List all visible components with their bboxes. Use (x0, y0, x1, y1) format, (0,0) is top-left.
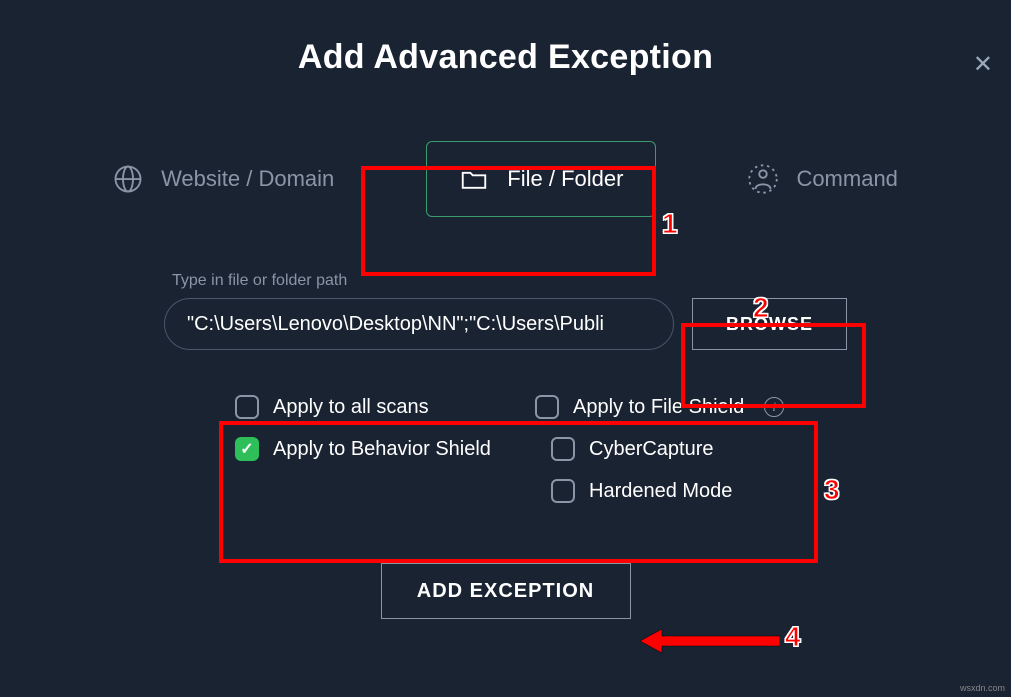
tab-command[interactable]: Command (716, 142, 929, 216)
globe-icon (113, 164, 143, 194)
checkbox-hardened-mode[interactable] (551, 479, 575, 503)
exception-type-tabs: Website / Domain File / Folder Command (0, 141, 1011, 217)
option-behavior-shield[interactable]: Apply to Behavior Shield (235, 437, 505, 461)
option-label: Apply to Behavior Shield (273, 438, 491, 461)
checkbox-cybercapture[interactable] (551, 437, 575, 461)
annotation-number-1: 1 (662, 208, 678, 240)
path-input-label: Type in file or folder path (164, 272, 674, 290)
info-icon[interactable]: i (764, 397, 784, 417)
option-label: Apply to File Shield (573, 396, 744, 419)
option-label: Hardened Mode (589, 480, 732, 503)
watermark-text: wsxdn.com (960, 683, 1005, 693)
tab-label: Command (796, 166, 897, 192)
browse-button[interactable]: BROWSE (692, 298, 847, 350)
path-input[interactable] (164, 298, 674, 350)
option-cybercapture[interactable]: CyberCapture (535, 437, 805, 461)
add-exception-button[interactable]: ADD EXCEPTION (381, 563, 631, 619)
annotation-arrow-icon (640, 626, 780, 656)
apply-options: Apply to all scans Apply to File Shield … (235, 395, 1011, 503)
annotation-number-3: 3 (824, 474, 840, 506)
option-label: CyberCapture (589, 438, 714, 461)
option-label: Apply to all scans (273, 396, 429, 419)
option-hardened-mode[interactable]: Hardened Mode (535, 479, 805, 503)
annotation-number-4: 4 (785, 621, 801, 653)
tab-website-domain[interactable]: Website / Domain (81, 142, 366, 216)
dialog-title: Add Advanced Exception (0, 38, 1011, 77)
checkbox-file-shield[interactable] (535, 395, 559, 419)
path-section: Type in file or folder path BROWSE (0, 272, 1011, 350)
tab-file-folder[interactable]: File / Folder (426, 141, 656, 217)
checkbox-behavior-shield[interactable] (235, 437, 259, 461)
option-all-scans[interactable]: Apply to all scans (235, 395, 505, 419)
close-button[interactable]: ✕ (973, 50, 993, 79)
tab-label: Website / Domain (161, 166, 334, 192)
folder-icon (459, 164, 489, 194)
command-icon (748, 164, 778, 194)
option-file-shield[interactable]: Apply to File Shield i (535, 395, 805, 419)
tab-label: File / Folder (507, 166, 623, 192)
checkbox-all-scans[interactable] (235, 395, 259, 419)
annotation-number-2: 2 (753, 292, 769, 324)
